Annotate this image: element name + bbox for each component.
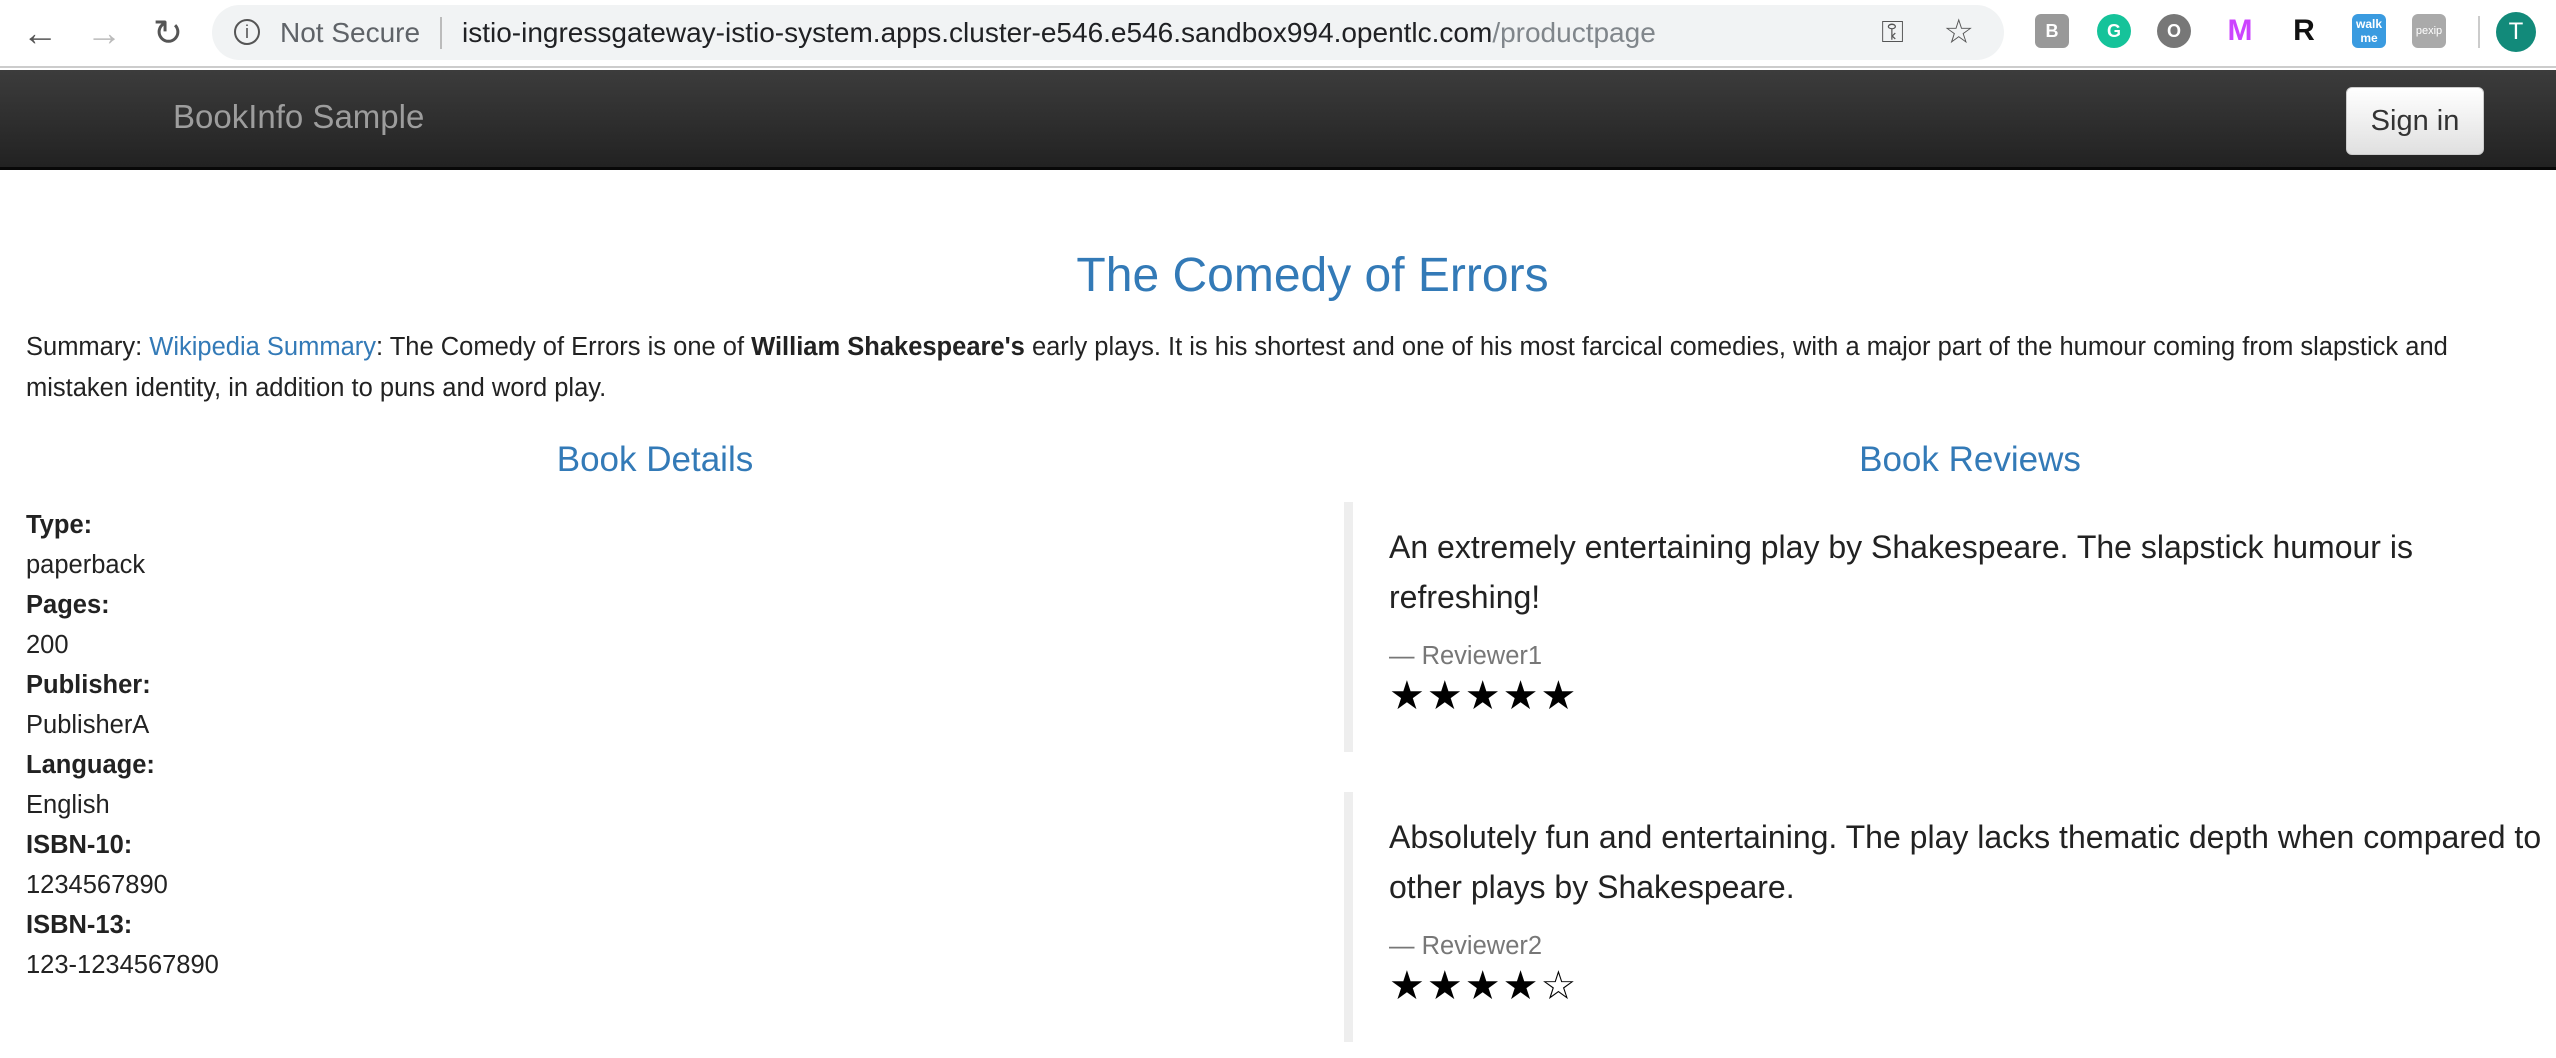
- info-icon[interactable]: i: [234, 19, 260, 45]
- sign-in-button[interactable]: Sign in: [2346, 87, 2484, 155]
- summary-text: : The Comedy of Errors is one of: [376, 333, 752, 361]
- detail-value: English: [26, 791, 110, 819]
- product-summary: Summary: Wikipedia Summary: The Comedy o…: [26, 327, 2536, 409]
- pexip-icon[interactable]: pexip: [2412, 14, 2446, 48]
- wikipedia-summary-link[interactable]: Wikipedia Summary: [149, 333, 376, 361]
- review-item: Absolutely fun and entertaining. The pla…: [1344, 792, 2544, 1042]
- star-rating: ★★★★★: [1389, 674, 1579, 718]
- toolbar-divider: [2478, 16, 2480, 48]
- reviewer-name: — Reviewer2: [1389, 932, 1543, 960]
- detail-label: ISBN-10:: [26, 831, 133, 859]
- grammarly-icon[interactable]: G: [2097, 14, 2131, 48]
- url-text[interactable]: istio-ingressgateway-istio-system.apps.c…: [462, 5, 1656, 60]
- book-details: Type: paperback Pages: 200 Publisher: Publi…: [26, 505, 219, 985]
- reviewer-name: — Reviewer1: [1389, 642, 1543, 670]
- security-label: Not Secure: [280, 17, 421, 48]
- summary-label: Summary:: [26, 333, 150, 361]
- extension-b-icon[interactable]: B: [2035, 14, 2069, 48]
- profile-avatar[interactable]: T: [2496, 12, 2536, 52]
- extension-m-icon[interactable]: M: [2223, 14, 2257, 48]
- star-rating: ★★★★☆: [1389, 964, 1579, 1008]
- extension-o-icon[interactable]: O: [2157, 14, 2191, 48]
- divider: [440, 17, 442, 49]
- brand-link[interactable]: BookInfo Sample: [173, 98, 424, 136]
- detail-value: 1234567890: [26, 871, 168, 899]
- reload-icon[interactable]: ↻: [148, 12, 188, 54]
- extension-r-icon[interactable]: R: [2287, 14, 2321, 48]
- detail-value: PublisherA: [26, 711, 150, 739]
- url-path: /productpage: [1492, 17, 1656, 48]
- address-bar[interactable]: i Not Secure istio-ingressgateway-istio-…: [212, 5, 2004, 60]
- book-details-heading: Book Details: [556, 440, 754, 479]
- detail-label: Publisher:: [26, 671, 151, 699]
- review-text: An extremely entertaining play by Shakes…: [1389, 529, 2413, 615]
- review-text: Absolutely fun and entertaining. The pla…: [1389, 819, 2542, 905]
- forward-icon[interactable]: →: [84, 12, 124, 54]
- bookmark-star-icon[interactable]: ☆: [1944, 5, 1974, 60]
- detail-label: Pages:: [26, 591, 110, 619]
- detail-value: paperback: [26, 551, 146, 579]
- key-icon[interactable]: ⚿: [1881, 5, 1904, 60]
- browser-toolbar: ← → ↻ i Not Secure istio-ingressgateway-…: [0, 0, 2556, 68]
- detail-value: 200: [26, 631, 69, 659]
- summary-author: William Shakespeare's: [751, 333, 1025, 361]
- detail-label: ISBN-13:: [26, 911, 133, 939]
- navbar: BookInfo Sample Sign in: [0, 70, 2556, 170]
- page-title: The Comedy of Errors: [1076, 249, 1549, 302]
- detail-value: 123-1234567890: [26, 951, 219, 979]
- detail-label: Language:: [26, 751, 155, 779]
- detail-label: Type:: [26, 511, 93, 539]
- back-icon[interactable]: ←: [20, 12, 60, 54]
- review-item: An extremely entertaining play by Shakes…: [1344, 502, 2544, 752]
- walkme-icon[interactable]: walk me: [2352, 14, 2386, 48]
- book-reviews-heading: Book Reviews: [1859, 440, 2081, 479]
- url-host: istio-ingressgateway-istio-system.apps.c…: [462, 17, 1493, 48]
